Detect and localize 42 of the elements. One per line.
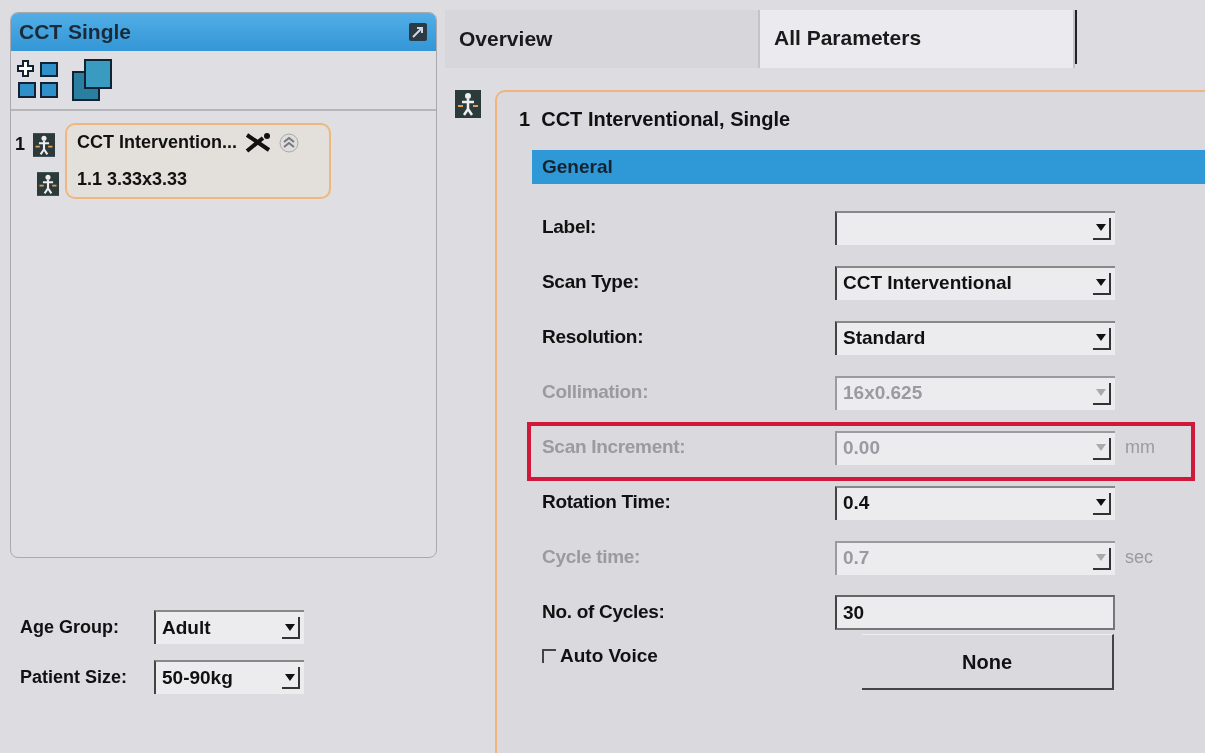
- dropdown-arrow-icon[interactable]: [1096, 334, 1106, 341]
- dropdown[interactable]: Adult: [154, 610, 304, 644]
- tree-item[interactable]: 1.1 3.33x3.33: [77, 166, 319, 193]
- unit-label: mm: [1125, 436, 1155, 459]
- item-number: 1: [15, 133, 25, 156]
- checkbox-label: Auto Voice: [560, 644, 658, 668]
- patient-table-icon: [33, 132, 55, 157]
- tab[interactable]: Overview: [445, 10, 760, 68]
- checkbox[interactable]: [542, 649, 556, 664]
- dropdown[interactable]: 50-90kg: [154, 660, 304, 694]
- field-label: Label:: [542, 215, 598, 240]
- field-label: Scan Type:: [542, 270, 640, 295]
- input-field[interactable]: 30: [835, 595, 1115, 630]
- tab[interactable]: All Parameters: [760, 10, 1075, 68]
- dropdown-arrow-icon[interactable]: [1096, 224, 1106, 231]
- patient-table-icon: [37, 172, 59, 196]
- panel-title: CCT Single: [19, 19, 131, 46]
- field-label: Scan Increment:: [542, 435, 687, 460]
- dropdown-arrow-icon[interactable]: [285, 623, 295, 631]
- field-label: Cycle time:: [542, 545, 642, 570]
- protocol-title: 1 CCT Interventional, Single: [519, 107, 792, 132]
- unit-label: sec: [1125, 546, 1153, 569]
- section-header: General: [532, 150, 1205, 184]
- field-label: Collimation:: [542, 380, 650, 405]
- field-label: Rotation Time:: [542, 490, 672, 515]
- tree-item[interactable]: CCT Intervention...: [77, 129, 237, 156]
- field-label: No. of Cycles:: [542, 600, 666, 625]
- copy-icon[interactable]: [71, 58, 115, 102]
- field-label: Patient Size:: [20, 665, 129, 689]
- dropdown[interactable]: Standard: [835, 320, 1115, 355]
- patient-table-icon: [455, 90, 481, 118]
- field-label: Resolution:: [542, 325, 645, 350]
- dropdown[interactable]: 0.4: [835, 485, 1115, 520]
- dropdown-arrow-icon[interactable]: [285, 673, 295, 681]
- dropdown-arrow-icon[interactable]: [1096, 279, 1106, 286]
- field-label: Age Group:: [20, 615, 120, 639]
- dropdown-arrow-icon[interactable]: [1096, 499, 1106, 506]
- tree-group[interactable]: CCT Intervention... 1.1 3.33x3.33: [65, 123, 331, 199]
- collapse-icon[interactable]: [279, 132, 299, 153]
- voice-button[interactable]: None: [862, 634, 1114, 690]
- dropdown[interactable]: CCT Interventional: [835, 265, 1115, 300]
- maximize-icon[interactable]: [408, 22, 428, 42]
